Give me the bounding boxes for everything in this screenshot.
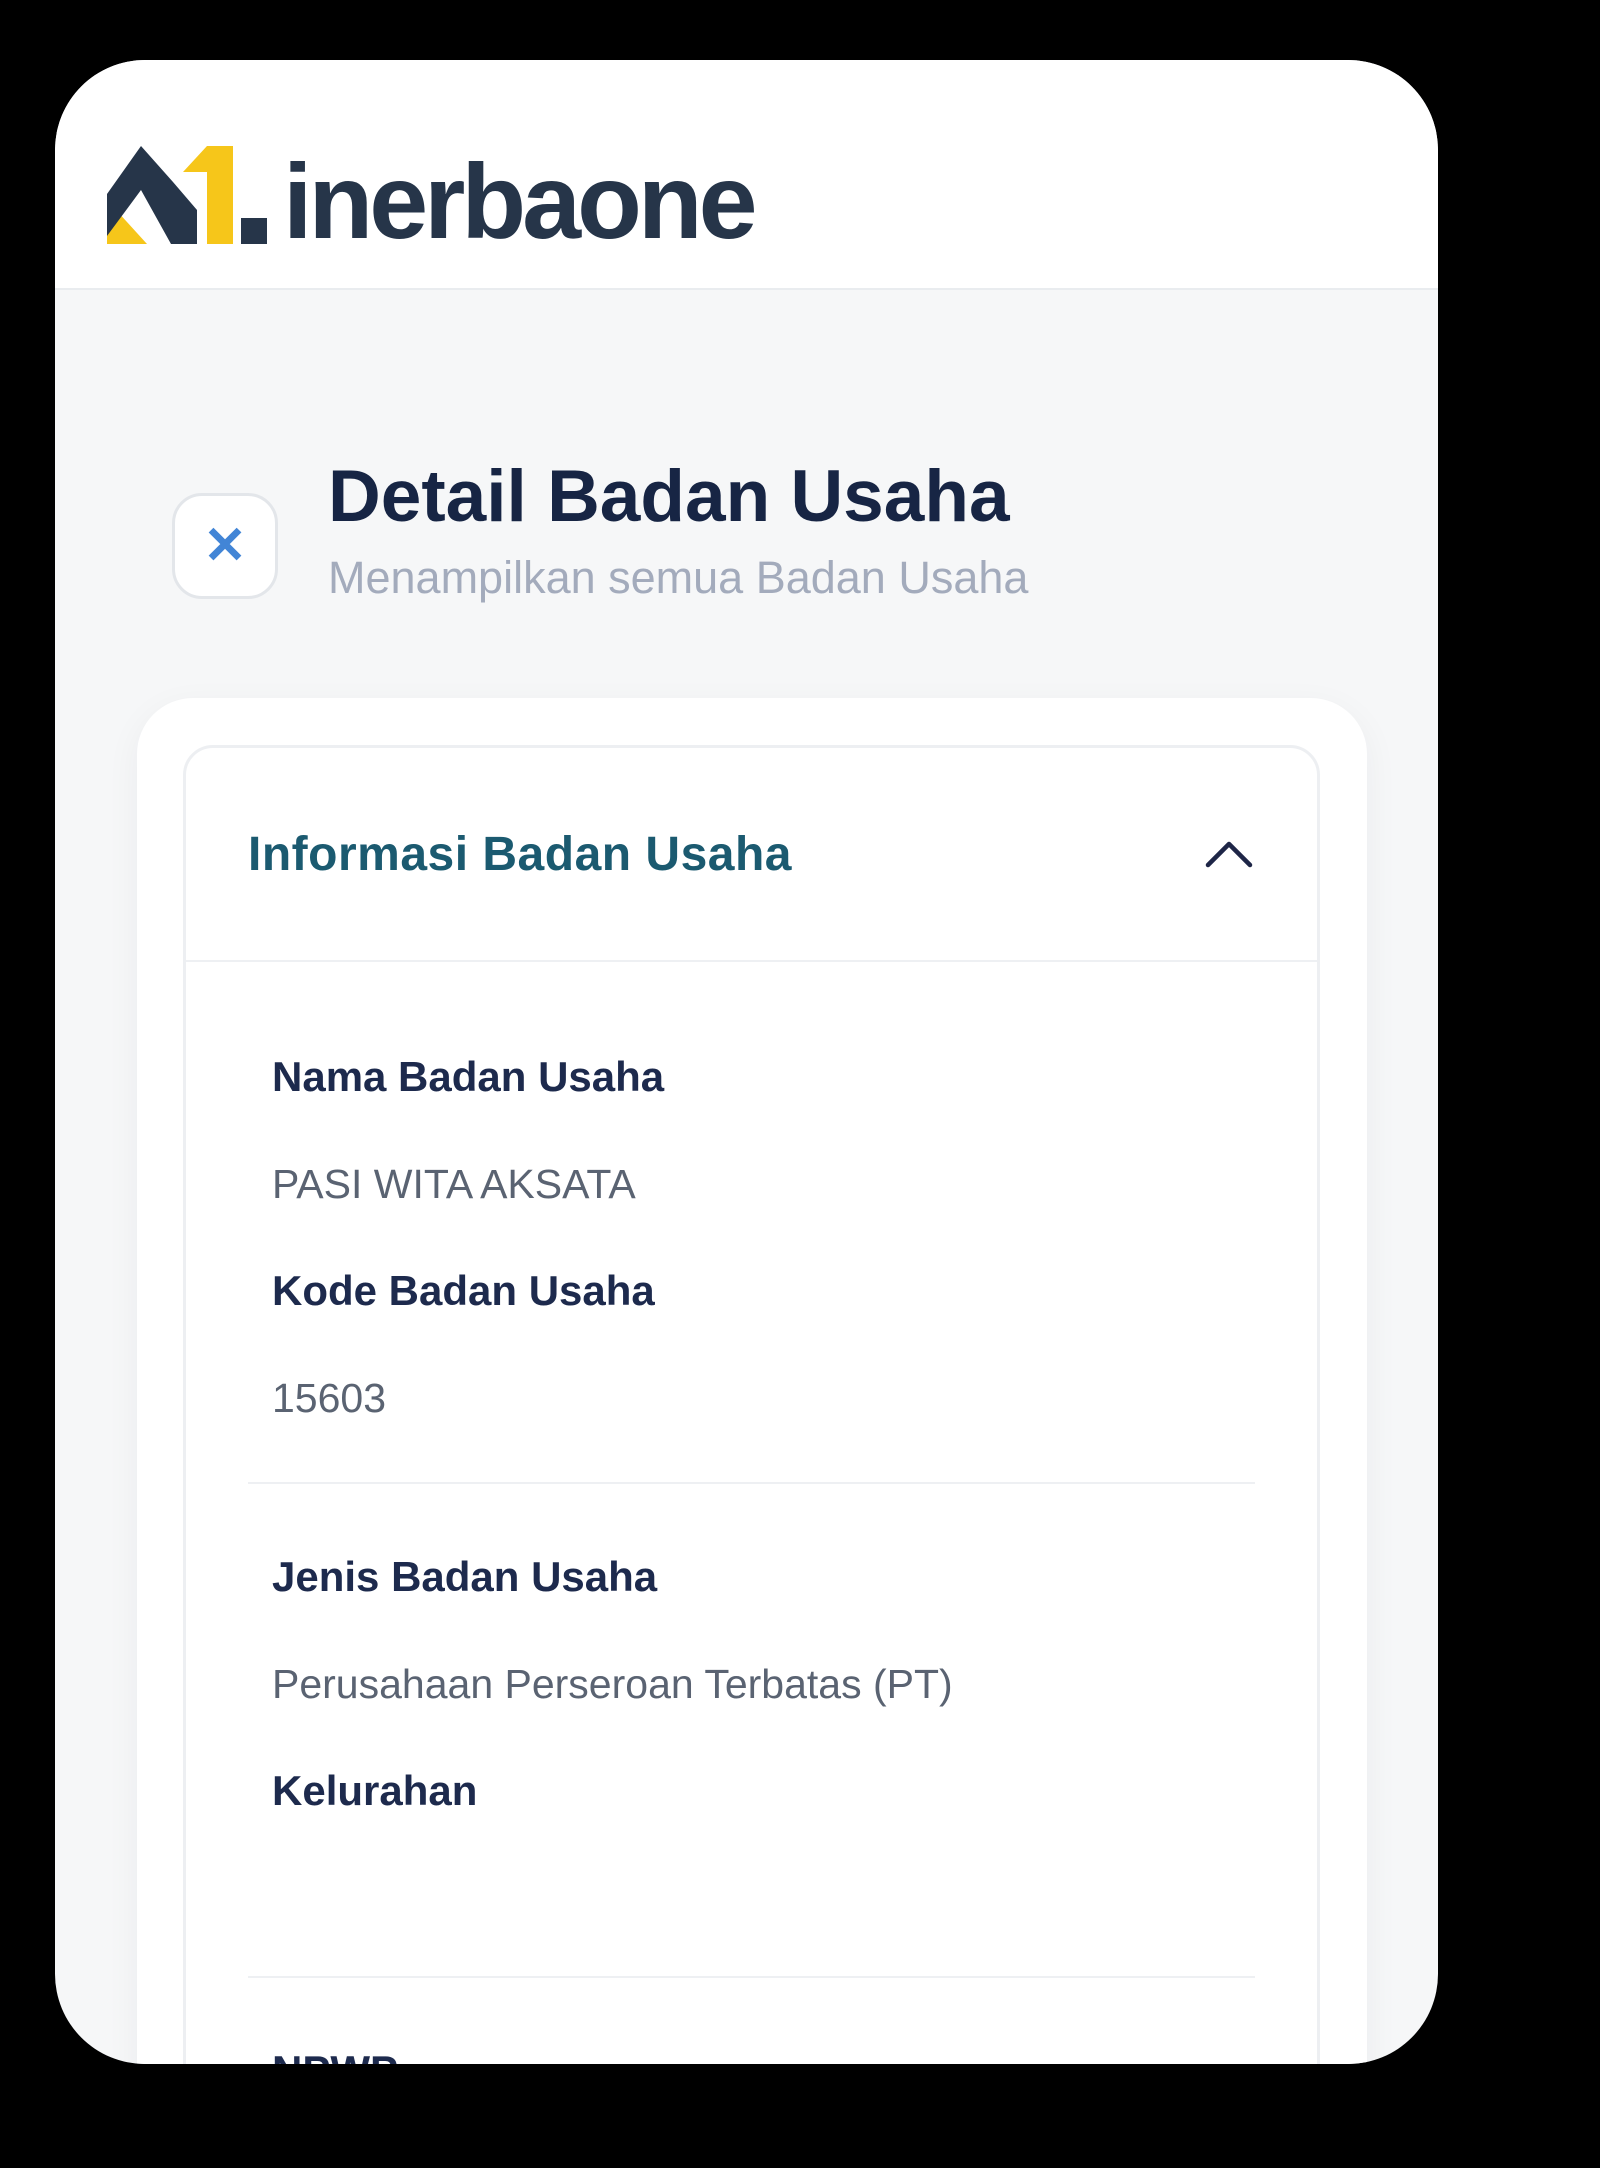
app-window: inerbaone ✕ Detail Badan Usaha Menampilk… [55, 60, 1438, 2064]
field-kelurahan: Kelurahan [248, 1768, 1255, 1915]
page-subtitle: Menampilkan semua Badan Usaha [328, 551, 1029, 603]
close-button[interactable]: ✕ [172, 493, 278, 599]
section-header-informasi-badan-usaha[interactable]: Informasi Badan Usaha [186, 748, 1317, 962]
chevron-up-icon[interactable] [1203, 838, 1255, 870]
field-label: Nama Badan Usaha [272, 1053, 665, 1100]
app-header: inerbaone [55, 60, 1438, 290]
field-value: PASI WITA AKSATA [272, 1161, 636, 1207]
field-npwp: NPWP [248, 2048, 1255, 2065]
field-divider [248, 1482, 1255, 1484]
brand-mark-m1-icon [107, 146, 267, 244]
field-label: Kelurahan [272, 1767, 478, 1814]
page-title-block: Detail Badan Usaha Menampilkan semua Bad… [328, 456, 1028, 604]
section-content: Nama Badan Usaha PASI WITA AKSATA Kode B… [186, 962, 1317, 2064]
field-value: Perusahaan Perseroan Terbatas (PT) [272, 1661, 953, 1707]
field-value: 15603 [272, 1375, 387, 1421]
detail-card: Informasi Badan Usaha Nama Badan Usaha P… [137, 698, 1367, 2064]
close-icon: ✕ [203, 517, 247, 575]
field-label: NPWP [272, 2048, 1255, 2065]
field-value [272, 1875, 1255, 1915]
field-jenis-badan-usaha: Jenis Badan Usaha Perusahaan Perseroan T… [248, 1553, 1255, 1708]
informasi-card: Informasi Badan Usaha Nama Badan Usaha P… [183, 745, 1320, 2064]
field-divider [248, 1976, 1255, 1978]
section-title: Informasi Badan Usaha [248, 827, 792, 881]
field-label: Kode Badan Usaha [272, 1267, 655, 1314]
page-title: Detail Badan Usaha [328, 456, 1010, 537]
field-label: Jenis Badan Usaha [272, 1553, 658, 1600]
brand-logo: inerbaone [103, 132, 758, 261]
field-nama-badan-usaha: Nama Badan Usaha PASI WITA AKSATA [248, 1053, 1255, 1208]
brand-logo-text: inerbaone [283, 142, 758, 261]
field-kode-badan-usaha: Kode Badan Usaha 15603 [248, 1267, 1255, 1422]
